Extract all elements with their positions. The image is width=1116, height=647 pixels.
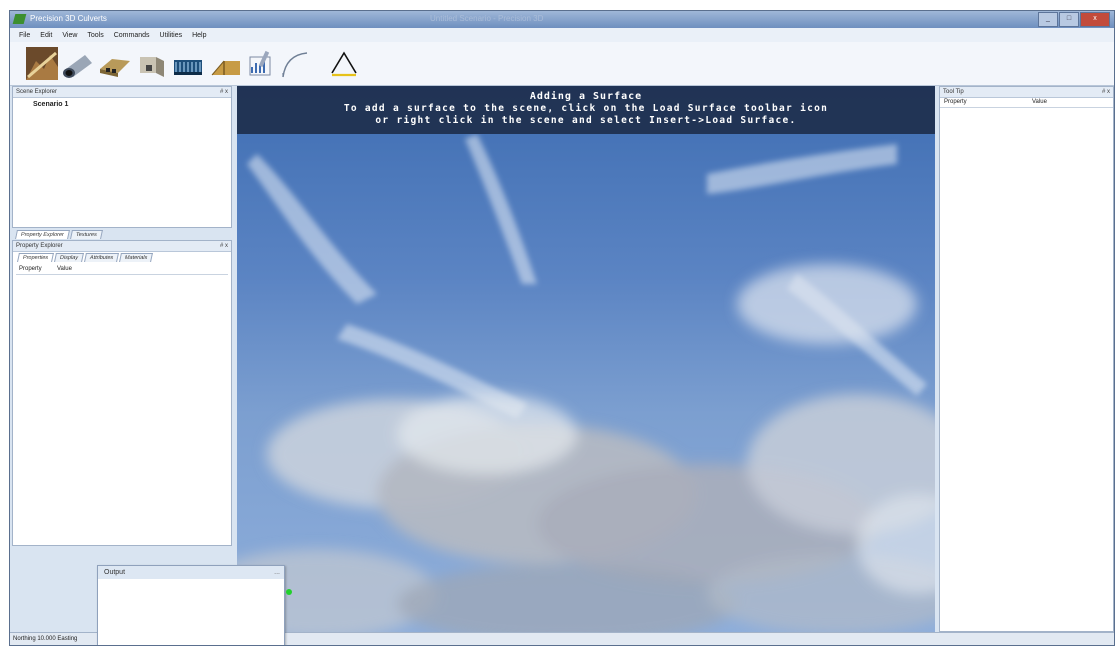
tab-properties[interactable]: Properties	[17, 253, 55, 262]
curve-icon[interactable]	[280, 47, 310, 80]
banner-instruction-2: or right click in the scene and select I…	[375, 115, 797, 126]
maximize-button[interactable]: □	[1059, 12, 1079, 27]
app-window: Precision 3D Culverts Untitled Scenario …	[9, 10, 1115, 646]
output-menu-icon[interactable]: ...	[274, 566, 280, 579]
app-logo-icon	[12, 14, 27, 24]
chart-icon[interactable]	[246, 47, 278, 80]
property-explorer-header: Property Explorer # x	[13, 241, 231, 252]
headwall-icon[interactable]	[136, 47, 168, 80]
wingwall-icon[interactable]	[210, 47, 242, 80]
scene-explorer-panel: Scene Explorer # x Scenario 1	[12, 86, 232, 228]
window-controls: _ □ x	[1037, 12, 1110, 27]
status-coordinates: Northing 10.000 Easting	[13, 636, 78, 642]
tooltip-panel: Tool Tip # x Property Value	[939, 86, 1114, 632]
menu-tools[interactable]: Tools	[86, 32, 104, 39]
menu-edit[interactable]: Edit	[39, 32, 53, 39]
tooltip-grid-header: Property Value	[940, 98, 1113, 108]
scene-explorer-header: Scene Explorer # x	[13, 87, 231, 98]
tree-item-scenario[interactable]: Scenario 1	[33, 101, 231, 108]
banner-instruction-1: To add a surface to the scene, click on …	[343, 103, 829, 114]
terrain-icon[interactable]	[26, 47, 58, 80]
toolbar	[10, 42, 1114, 86]
scene-explorer-title: Scene Explorer	[16, 89, 58, 95]
menu-commands[interactable]: Commands	[113, 32, 151, 39]
menu-view[interactable]: View	[61, 32, 78, 39]
tab-materials[interactable]: Materials	[119, 253, 154, 262]
pin-icon[interactable]: # x	[220, 87, 228, 97]
cursor-marker	[286, 589, 292, 595]
load-surface-icon[interactable]	[328, 47, 360, 80]
column-value[interactable]: Value	[1032, 98, 1047, 107]
output-title: Output	[104, 569, 126, 576]
window-title: Untitled Scenario - Precision 3D	[430, 14, 544, 23]
title-bar[interactable]: Precision 3D Culverts Untitled Scenario …	[10, 11, 1114, 28]
tab-attributes[interactable]: Attributes	[84, 253, 120, 262]
gabion-icon[interactable]	[172, 47, 204, 80]
menu-bar: File Edit View Tools Commands Utilities …	[10, 28, 1114, 42]
property-explorer-panel: Property Explorer # x Properties Display…	[12, 240, 232, 546]
column-property[interactable]: Property	[944, 98, 1032, 107]
tab-display[interactable]: Display	[54, 253, 85, 262]
menu-file[interactable]: File	[18, 32, 31, 39]
tab-property-explorer[interactable]: Property Explorer	[15, 230, 70, 239]
tooltip-title: Tool Tip	[943, 89, 964, 95]
scene-viewport[interactable]: Adding a Surface To add a surface to the…	[237, 86, 935, 632]
tooltip-header: Tool Tip # x	[940, 87, 1113, 98]
culvert-pipe-icon[interactable]	[61, 47, 95, 80]
pin-icon[interactable]: # x	[220, 241, 228, 251]
column-value[interactable]: Value	[57, 265, 72, 274]
pin-icon[interactable]: # x	[1102, 87, 1110, 97]
banner-title: Adding a Surface	[529, 91, 643, 102]
minimize-button[interactable]: _	[1038, 12, 1058, 27]
menu-utilities[interactable]: Utilities	[159, 32, 184, 39]
tab-textures[interactable]: Textures	[69, 230, 103, 239]
help-banner: Adding a Surface To add a surface to the…	[237, 86, 935, 134]
close-button[interactable]: x	[1080, 12, 1110, 27]
box-culvert-icon[interactable]	[98, 47, 132, 80]
app-title: Precision 3D Culverts	[30, 14, 107, 23]
output-window[interactable]: Output ...	[97, 565, 285, 645]
output-header[interactable]: Output ...	[98, 566, 284, 579]
menu-help[interactable]: Help	[191, 32, 207, 39]
property-tabstrip: Properties Display Attributes Materials	[17, 253, 155, 262]
lower-tabstrip: Property Explorer Textures	[15, 230, 104, 239]
sky-background	[237, 134, 935, 632]
property-explorer-title: Property Explorer	[16, 243, 63, 249]
property-grid-header: Property Value	[16, 265, 228, 275]
column-property[interactable]: Property	[19, 265, 57, 274]
